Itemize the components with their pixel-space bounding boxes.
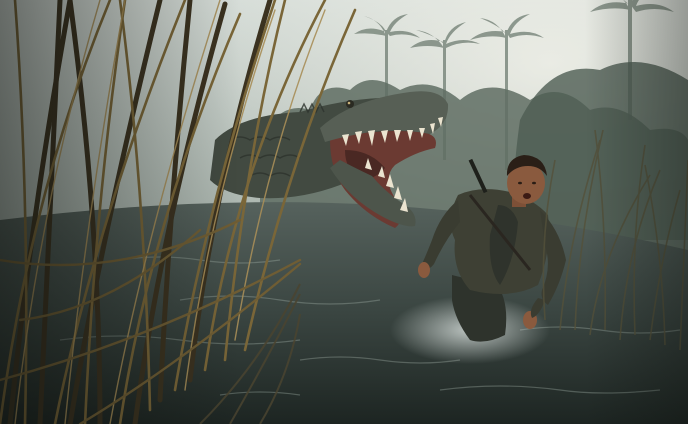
vignette bbox=[0, 0, 688, 424]
swamp-scene bbox=[0, 0, 688, 424]
scene-canvas bbox=[0, 0, 688, 424]
